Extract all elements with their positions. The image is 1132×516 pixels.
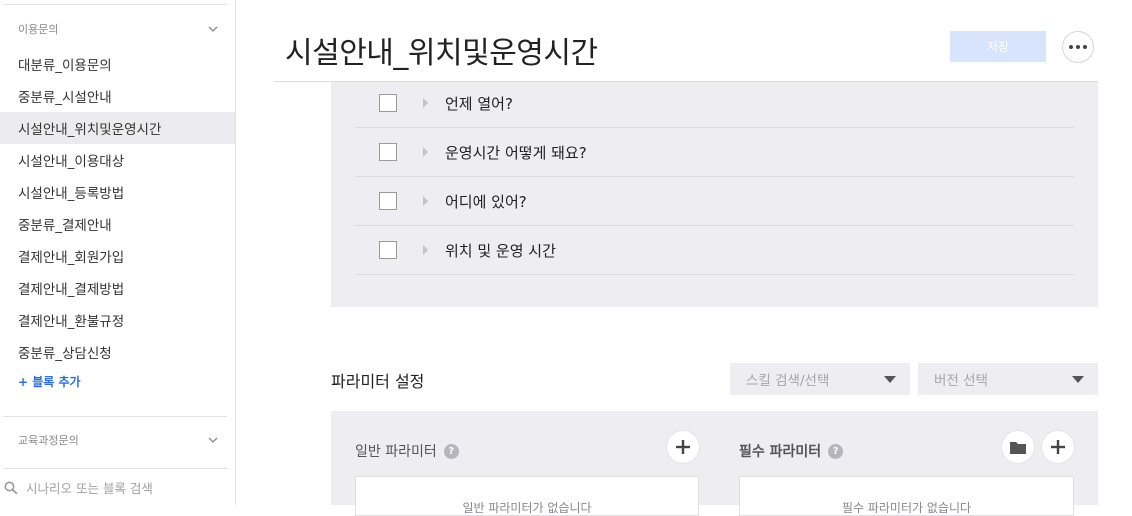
sidebar-item-label: 시설안내_등록방법	[18, 186, 125, 202]
sidebar-item[interactable]: 결제안내_환불규정	[0, 304, 235, 336]
plus-icon	[1051, 440, 1065, 454]
sidebar-item[interactable]: 중분류_결제안내	[0, 208, 235, 240]
utterance-text: 어디에 있어?	[445, 192, 527, 211]
add-required-parameter-button[interactable]	[1042, 431, 1074, 463]
more-options-button[interactable]	[1062, 31, 1094, 63]
caret-down-icon	[884, 376, 896, 383]
general-parameter-text: 일반 파라미터	[355, 444, 437, 460]
sidebar-item-label: 결제안내_환불규정	[18, 314, 125, 330]
parameter-folder-button[interactable]	[1002, 431, 1034, 463]
skill-select-value: 스킬 검색/선택	[746, 373, 830, 389]
utterance-checkbox[interactable]	[379, 94, 397, 112]
sidebar-item[interactable]: 대분류_이용문의	[0, 48, 235, 80]
utterance-text: 운영시간 어떻게 돼요?	[445, 143, 587, 162]
utterance-checkbox[interactable]	[379, 192, 397, 210]
sidebar-item[interactable]: 중분류_상담신청	[0, 336, 235, 368]
required-parameter-empty: 필수 파라미터가 없습니다	[739, 476, 1074, 516]
group-header-course-inquiry[interactable]: 교육과정문의	[0, 426, 236, 454]
utterance-checkbox[interactable]	[379, 143, 397, 161]
sidebar-item-active[interactable]: 시설안내_위치및운영시간	[0, 112, 235, 144]
help-icon[interactable]: ?	[443, 443, 459, 459]
sidebar-item-label: 시설안내_위치및운영시간	[18, 122, 162, 138]
group-title: 이용문의	[18, 23, 59, 36]
version-select-value: 버전 선택	[934, 373, 988, 389]
sidebar-item-label: 중분류_결제안내	[18, 218, 112, 234]
expand-caret-icon[interactable]	[423, 245, 428, 255]
general-parameter-empty: 일반 파라미터가 없습니다	[355, 476, 699, 516]
chevron-down-icon[interactable]	[208, 435, 218, 445]
sidebar-item-label: 결제안내_회원가입	[18, 250, 125, 266]
required-parameter-label: 필수 파라미터 ?	[739, 441, 844, 461]
group-title: 교육과정문의	[18, 434, 79, 447]
parameter-panel: 일반 파라미터 ? 필수 파라미터 ? 일반 파라미터가 없습니다 필수 파라미…	[331, 411, 1098, 516]
utterance-row[interactable]: 언제 열어?	[355, 79, 1074, 128]
parameter-settings-title: 파라미터 설정	[331, 372, 425, 391]
expand-caret-icon[interactable]	[423, 196, 428, 206]
sidebar-item[interactable]: 시설안내_등록방법	[0, 176, 235, 208]
required-empty-text: 필수 파라미터가 없습니다	[841, 501, 972, 515]
version-select[interactable]: 버전 선택	[918, 363, 1098, 395]
add-block-link[interactable]: + 블록 추가	[18, 373, 81, 390]
required-parameter-text: 필수 파라미터	[739, 444, 822, 460]
utterance-row[interactable]: 운영시간 어떻게 돼요?	[355, 128, 1074, 177]
save-button[interactable]: 저장	[950, 31, 1046, 62]
folder-icon	[1010, 441, 1026, 454]
utterance-checkbox[interactable]	[379, 241, 397, 259]
sidebar: 이용문의 대분류_이용문의 중분류_시설안내 시설안내_위치및운영시간 시설안내…	[0, 0, 236, 505]
sidebar-item[interactable]: 중분류_시설안내	[0, 80, 235, 112]
sidebar-item-label: 중분류_상담신청	[18, 346, 112, 362]
expand-caret-icon[interactable]	[423, 147, 428, 157]
main-content: 시설안내_위치및운영시간 저장 언제 열어? 운영시간 어떻게 돼요? 어디에 …	[237, 0, 1132, 516]
utterance-text: 언제 열어?	[445, 94, 513, 113]
sidebar-top-divider	[3, 4, 227, 5]
utterance-text: 위치 및 운영 시간	[445, 241, 556, 260]
add-general-parameter-button[interactable]	[667, 431, 699, 463]
page-title: 시설안내_위치및운영시간	[285, 36, 598, 71]
search-icon	[4, 481, 18, 494]
general-parameter-label: 일반 파라미터 ?	[355, 441, 459, 461]
more-horizontal-icon	[1069, 45, 1087, 49]
sidebar-item[interactable]: 시설안내_이용대상	[0, 144, 235, 176]
sidebar-item-label: 대분류_이용문의	[18, 58, 112, 74]
sidebar-item[interactable]: 결제안내_회원가입	[0, 240, 235, 272]
group-header-usage-inquiry[interactable]: 이용문의	[0, 15, 236, 43]
scenario-search-input[interactable]: 시나리오 또는 블록 검색	[0, 470, 235, 505]
chevron-down-icon[interactable]	[208, 24, 218, 34]
expand-caret-icon[interactable]	[423, 98, 428, 108]
utterance-row[interactable]: 위치 및 운영 시간	[355, 226, 1074, 275]
sidebar-item[interactable]: 결제안내_결제방법	[0, 272, 235, 304]
general-empty-text: 일반 파라미터가 없습니다	[462, 501, 592, 515]
sidebar-item-label: 결제안내_결제방법	[18, 282, 125, 298]
sidebar-divider	[3, 468, 227, 469]
utterance-row[interactable]: 어디에 있어?	[355, 177, 1074, 226]
utterance-list: 언제 열어? 운영시간 어떻게 돼요? 어디에 있어? 위치 및 운영 시간	[331, 82, 1098, 307]
sidebar-item-label: 중분류_시설안내	[18, 90, 112, 106]
caret-down-icon	[1072, 376, 1084, 383]
skill-select[interactable]: 스킬 검색/선택	[730, 363, 910, 395]
help-icon[interactable]: ?	[828, 443, 844, 459]
plus-icon	[676, 440, 690, 454]
sidebar-divider	[3, 416, 227, 417]
search-placeholder: 시나리오 또는 블록 검색	[26, 481, 153, 496]
sidebar-item-label: 시설안내_이용대상	[18, 154, 125, 170]
